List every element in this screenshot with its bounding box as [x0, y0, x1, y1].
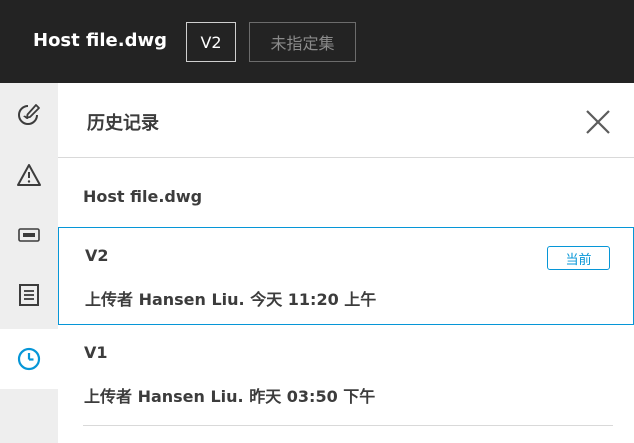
version-upload-info: 上传者 Hansen Liu. 昨天 03:50 下午: [84, 387, 376, 406]
version-item[interactable]: V1 上传者 Hansen Liu. 昨天 03:50 下午: [58, 329, 634, 427]
version-selector[interactable]: V2: [186, 22, 236, 62]
rfi-icon: [16, 226, 42, 244]
panel-title: 历史记录: [87, 113, 159, 134]
version-item[interactable]: V2 当前 上传者 Hansen Liu. 今天 11:20 上午: [58, 227, 634, 325]
close-button[interactable]: [581, 107, 615, 141]
divider: [83, 425, 613, 426]
current-badge: 当前: [547, 246, 610, 270]
version-label: V2: [85, 246, 109, 265]
version-upload-info: 上传者 Hansen Liu. 今天 11:20 上午: [85, 290, 377, 309]
sheets-button[interactable]: [0, 265, 58, 325]
version-label: V1: [84, 343, 108, 362]
rfi-button[interactable]: [0, 205, 58, 265]
history-panel: 历史记录 Host file.dwg V2 当前 上传者 Hansen Liu.…: [58, 83, 634, 443]
sheets-icon: [16, 282, 42, 308]
left-toolbar: [0, 83, 58, 443]
set-selector[interactable]: 未指定集: [249, 22, 356, 62]
warning-icon: [16, 163, 42, 187]
issues-button[interactable]: [0, 145, 58, 205]
panel-header: 历史记录: [58, 83, 634, 158]
history-button[interactable]: [0, 329, 58, 389]
document-title: Host file.dwg: [33, 30, 167, 51]
close-icon: [585, 109, 611, 139]
markup-pen-icon: [16, 102, 42, 128]
top-header: Host file.dwg V2 未指定集: [0, 0, 634, 83]
markup-button[interactable]: [0, 85, 58, 145]
file-name: Host file.dwg: [83, 187, 203, 206]
history-clock-icon: [16, 346, 42, 372]
